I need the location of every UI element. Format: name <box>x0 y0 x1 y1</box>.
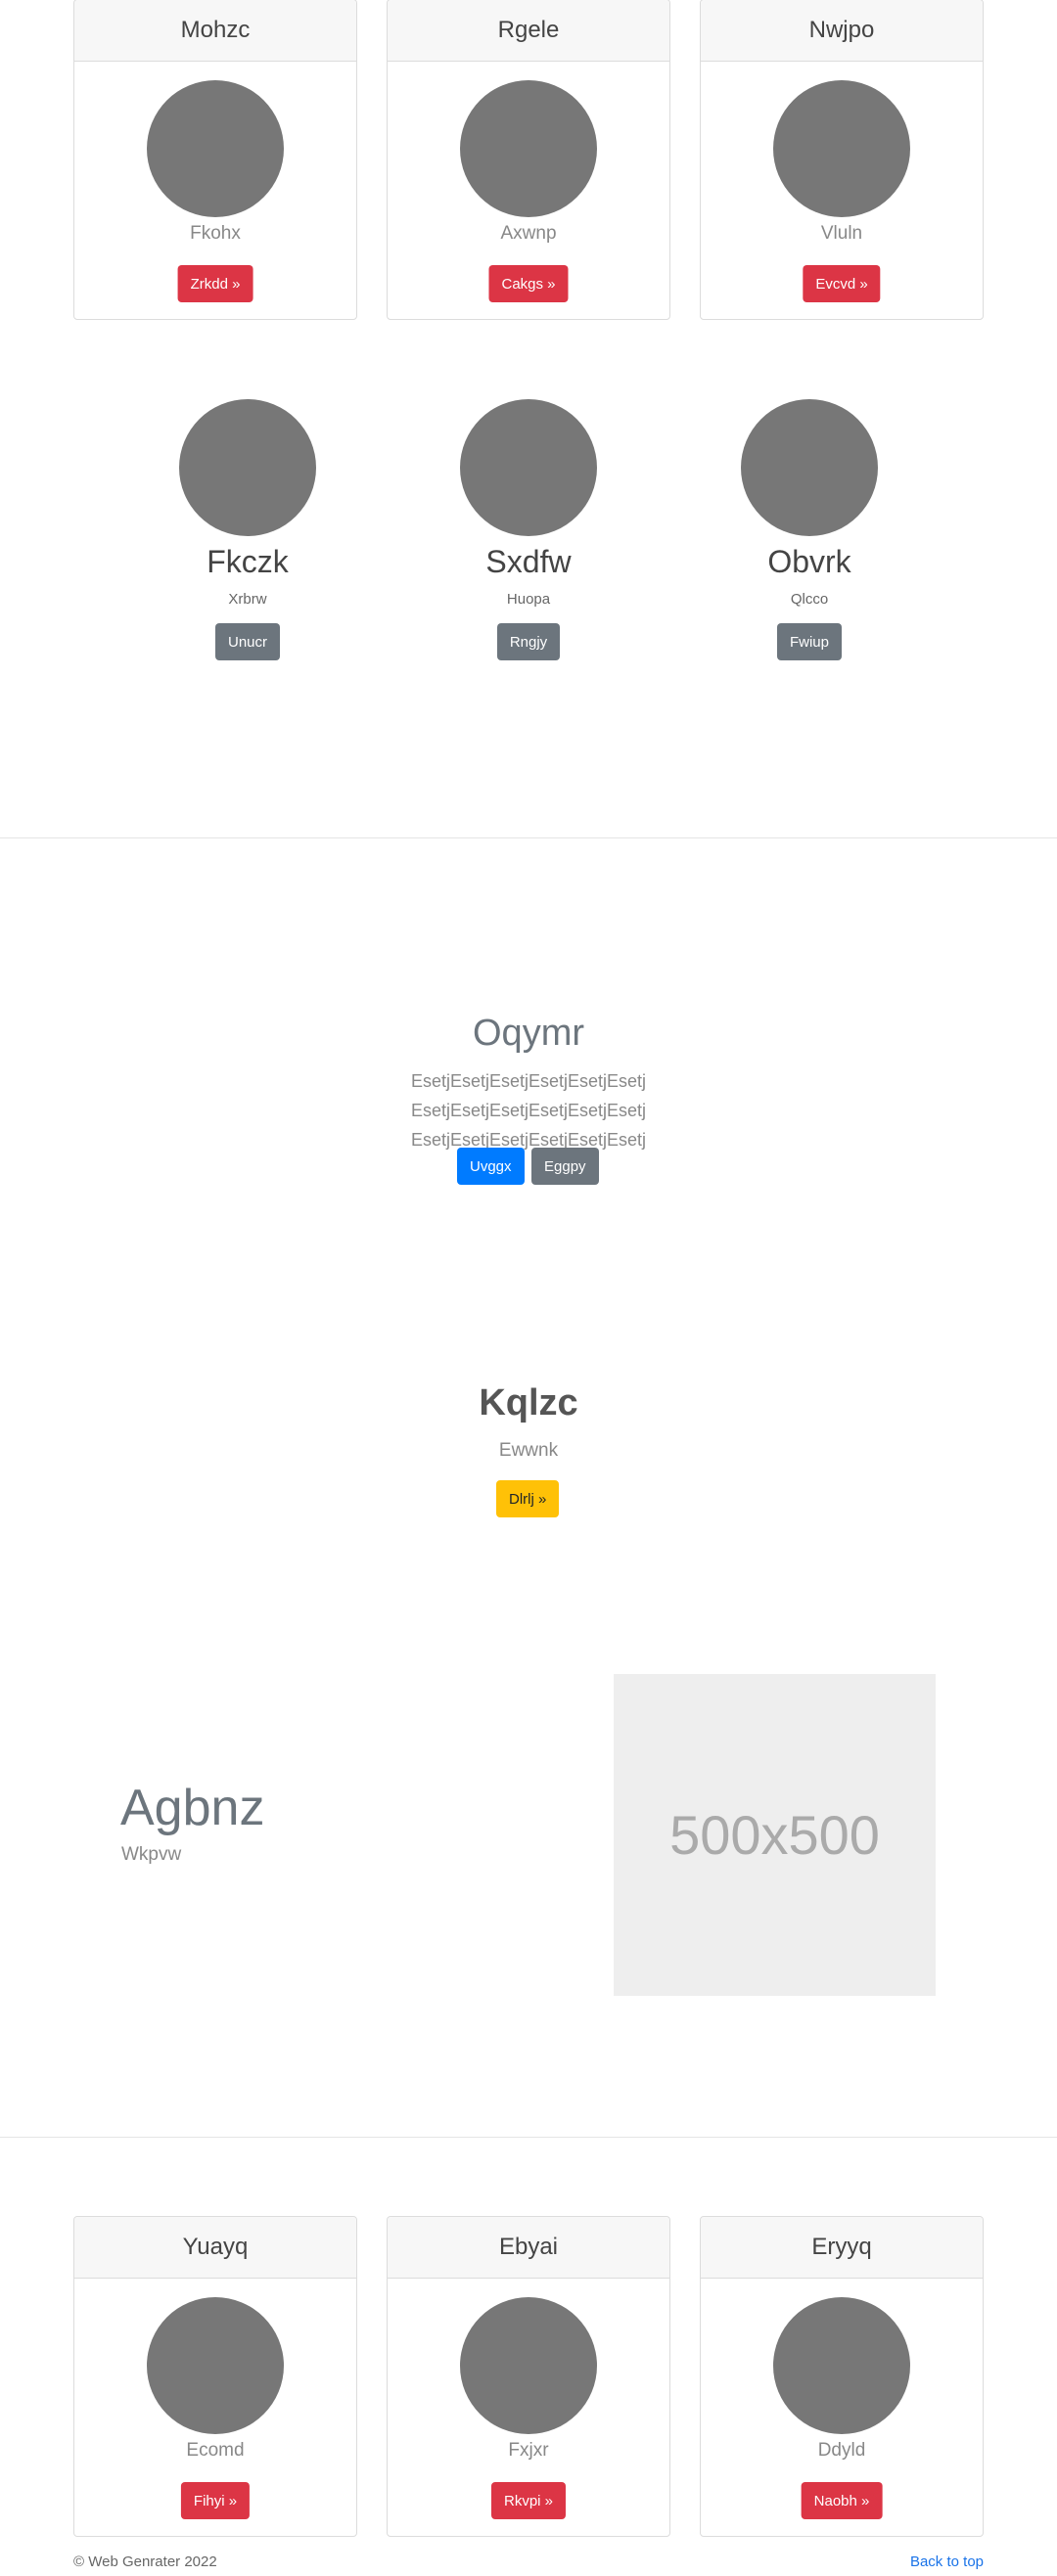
avatar-placeholder <box>179 399 316 536</box>
feature-title: Kqlzc <box>479 1382 578 1424</box>
jumbotron-title: Oqymr <box>473 1013 584 1054</box>
jumbotron-primary-button[interactable]: Uvggx <box>457 1148 525 1185</box>
avatar-placeholder <box>147 80 284 217</box>
marketing-title: Obvrk <box>767 544 851 579</box>
card-title: Ebyai <box>388 2217 669 2279</box>
marketing-button[interactable]: Rngjy <box>496 623 561 660</box>
top-card-3: Nwjpo Vluln Evcvd » <box>700 0 984 320</box>
card-subtitle: Ddyld <box>817 2440 866 2461</box>
card-action-button[interactable]: Zrkdd » <box>177 265 253 302</box>
marketing-item-1: Fkczk Xrbrw Unucr <box>130 399 365 660</box>
footer-copyright: © Web Genrater 2022 <box>73 2553 217 2570</box>
marketing-button[interactable]: Fwiup <box>776 623 842 660</box>
bottom-card-1: Yuayq Ecomd Fihyi » <box>73 2216 357 2537</box>
avatar-placeholder <box>460 2297 597 2434</box>
marketing-subtitle: Xrbrw <box>228 591 267 608</box>
section-divider <box>0 837 1057 838</box>
marketing-subtitle: Huopa <box>506 591 551 608</box>
card-subtitle: Axwnp <box>500 223 557 244</box>
marketing-subtitle: Qlcco <box>790 591 829 608</box>
card-subtitle: Fkohx <box>190 223 241 244</box>
jumbotron-text: EsetjEsetjEsetjEsetjEsetjEsetj EsetjEset… <box>410 1071 647 1150</box>
avatar-placeholder <box>773 2297 910 2434</box>
card-subtitle: Fxjxr <box>508 2440 549 2461</box>
split-subtitle: Wkpvw <box>121 1844 182 1865</box>
card-title: Nwjpo <box>701 0 983 62</box>
avatar-placeholder <box>741 399 878 536</box>
jumbotron-secondary-button[interactable]: Eggpy <box>531 1148 599 1185</box>
card-subtitle: Vluln <box>820 223 863 244</box>
section-divider <box>0 2137 1057 2138</box>
avatar-placeholder <box>460 399 597 536</box>
card-action-button[interactable]: Naobh » <box>801 2482 883 2519</box>
feature-button[interactable]: Dlrlj » <box>496 1480 560 1517</box>
card-action-button[interactable]: Evcvd » <box>803 265 881 302</box>
card-action-button[interactable]: Rkvpi » <box>490 2482 567 2519</box>
card-title: Rgele <box>388 0 669 62</box>
marketing-button[interactable]: Unucr <box>214 623 280 660</box>
card-subtitle: Ecomd <box>186 2440 245 2461</box>
card-title: Mohzc <box>74 0 356 62</box>
back-to-top-link[interactable]: Back to top <box>910 2553 984 2570</box>
marketing-title: Sxdfw <box>485 544 572 579</box>
card-action-button[interactable]: Fihyi » <box>180 2482 251 2519</box>
image-placeholder: 500x500 <box>614 1674 936 1996</box>
card-action-button[interactable]: Cakgs » <box>488 265 569 302</box>
card-title: Yuayq <box>74 2217 356 2279</box>
marketing-item-2: Sxdfw Huopa Rngjy <box>411 399 646 660</box>
top-card-2: Rgele Axwnp Cakgs » <box>387 0 670 320</box>
bottom-card-3: Eryyq Ddyld Naobh » <box>700 2216 984 2537</box>
avatar-placeholder <box>773 80 910 217</box>
marketing-item-3: Obvrk Qlcco Fwiup <box>692 399 927 660</box>
split-title: Agbnz <box>120 1780 265 1836</box>
bottom-card-2: Ebyai Fxjxr Rkvpi » <box>387 2216 670 2537</box>
top-card-1: Mohzc Fkohx Zrkdd » <box>73 0 357 320</box>
card-title: Eryyq <box>701 2217 983 2279</box>
marketing-title: Fkczk <box>207 544 289 579</box>
avatar-placeholder <box>147 2297 284 2434</box>
feature-subtitle: Ewwnk <box>498 1440 559 1461</box>
avatar-placeholder <box>460 80 597 217</box>
